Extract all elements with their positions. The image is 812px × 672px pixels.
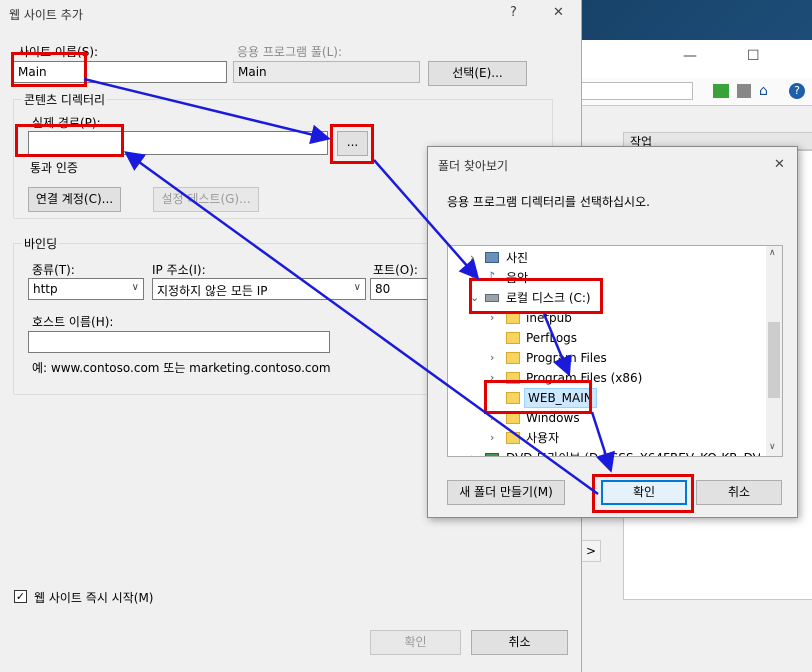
arrow-web-main-to-ok: [590, 411, 615, 473]
arrow-local-disk-to-web-main: [542, 313, 572, 377]
arrow-ok-to-physical-path: [123, 151, 599, 496]
annotation-arrows: [83, 77, 615, 496]
arrow-browse-to-local-disk: [373, 159, 480, 280]
arrow-site-name-to-browse: [83, 77, 331, 145]
